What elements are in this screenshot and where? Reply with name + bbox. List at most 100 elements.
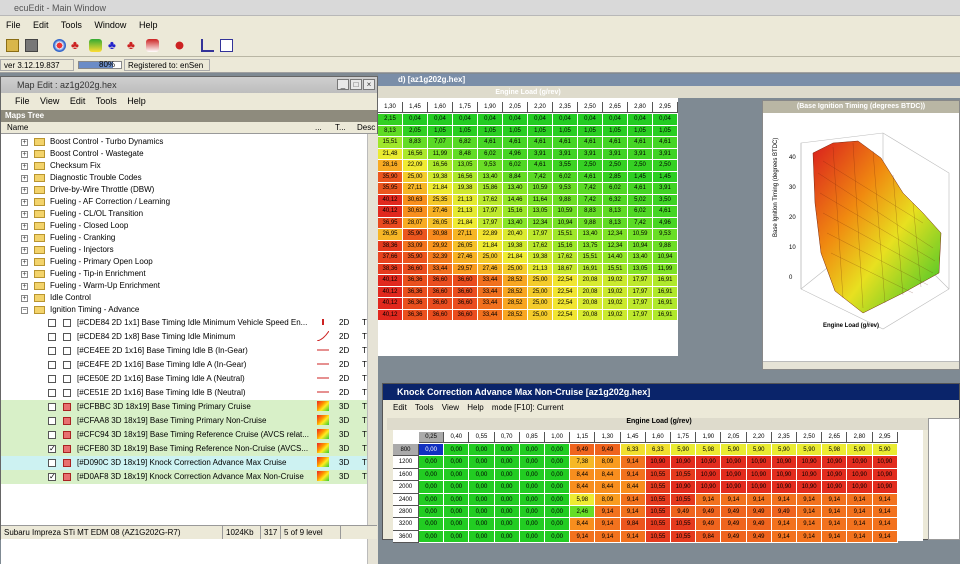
map-row[interactable]: [#CFBBC 3D 18x19] Base Timing Primary Cr…	[1, 400, 367, 414]
menu-window[interactable]: Window	[94, 20, 126, 30]
knock-cell[interactable]: 0,00	[444, 493, 470, 506]
knock-cell[interactable]: 10,90	[822, 456, 848, 469]
table-cell[interactable]: 13,05	[528, 206, 553, 218]
knock-cell[interactable]: 10,90	[771, 481, 797, 494]
table-cell[interactable]: 4,61	[578, 171, 603, 183]
table-cell[interactable]: 25,00	[403, 171, 428, 183]
table-cell[interactable]: 3,50	[653, 194, 678, 206]
table-cell[interactable]: 21,84	[478, 240, 503, 252]
table-cell[interactable]: 4,61	[528, 137, 553, 149]
knock-cell[interactable]: 9,14	[771, 493, 797, 506]
table-cell[interactable]: 25,00	[528, 286, 553, 298]
table-cell[interactable]: 26,05	[428, 217, 453, 229]
tree-folder-row[interactable]: + Fueling - Closed Loop	[1, 220, 367, 232]
table-cell[interactable]: 8,13	[603, 206, 628, 218]
knock-cell[interactable]: 0,00	[444, 456, 470, 469]
menu-help[interactable]: Help	[139, 20, 158, 30]
table-cell[interactable]: 1,05	[528, 125, 553, 137]
table-cell[interactable]: 35,90	[403, 229, 428, 241]
knock-title-bar[interactable]: Knock Correction Advance Max Non-Cruise …	[383, 384, 959, 400]
table-cell[interactable]: 21,84	[503, 252, 528, 264]
table-cell[interactable]: 33,44	[428, 263, 453, 275]
knock-cell[interactable]: 0,00	[494, 456, 520, 469]
table-cell[interactable]: 0,04	[453, 114, 478, 126]
knock-cell[interactable]: 9,49	[570, 444, 596, 457]
table-cell[interactable]: 33,44	[478, 298, 503, 310]
collapse-icon[interactable]: −	[21, 307, 28, 314]
knock-cell[interactable]: 10,90	[797, 468, 823, 482]
knock-cell[interactable]: 8,09	[595, 456, 621, 469]
table-cell[interactable]: 19,38	[428, 171, 453, 183]
knock-cell[interactable]: 9,14	[746, 493, 772, 506]
table-cell[interactable]: 7,42	[628, 217, 653, 229]
table-cell[interactable]: 0,04	[603, 114, 628, 126]
table-cell[interactable]: 20,08	[578, 275, 603, 287]
expand-icon[interactable]: +	[21, 187, 28, 194]
tree-split-icon[interactable]: ♣	[127, 39, 140, 52]
table-cell[interactable]: 10,94	[628, 240, 653, 252]
table-cell[interactable]: 19,02	[603, 275, 628, 287]
table-cell[interactable]: 25,35	[428, 194, 453, 206]
knock-cell[interactable]: 0,00	[469, 456, 495, 469]
table-cell[interactable]: 16,91	[653, 298, 678, 310]
me-menu-edit[interactable]: Edit	[70, 96, 86, 106]
tree-folder-row[interactable]: + Fueling - Cranking	[1, 232, 367, 244]
table-cell[interactable]: 36,60	[428, 275, 453, 287]
knock-cell[interactable]: 8,09	[595, 493, 621, 506]
tree-folder-row[interactable]: + Fueling - Warm-Up Enrichment	[1, 280, 367, 292]
knock-cell[interactable]: 0,00	[519, 456, 545, 469]
expand-icon[interactable]: +	[21, 223, 28, 230]
me-menu-view[interactable]: View	[40, 96, 59, 106]
table-cell[interactable]: 22,54	[553, 298, 578, 310]
col-type[interactable]: T...	[335, 122, 346, 134]
table-cell[interactable]: 36,95	[378, 217, 403, 229]
knock-cell[interactable]: 9,14	[847, 518, 873, 531]
knock-cell[interactable]: 8,44	[570, 468, 596, 482]
knock-cell[interactable]: 0,00	[519, 493, 545, 506]
table-cell[interactable]: 22,54	[553, 309, 578, 321]
table-cell[interactable]: 22,54	[553, 275, 578, 287]
knock-cell[interactable]: 9,14	[620, 456, 646, 469]
table-cell[interactable]: 19,02	[603, 286, 628, 298]
knock-cell[interactable]: 0,00	[545, 530, 571, 544]
knock-cell[interactable]: 0,00	[444, 506, 470, 519]
table-cell[interactable]: 0,04	[553, 114, 578, 126]
table-cell[interactable]: 2,05	[403, 125, 428, 137]
table-cell[interactable]: 2,50	[628, 160, 653, 172]
table-cell[interactable]: 9,53	[653, 229, 678, 241]
knock-cell[interactable]: 0,00	[469, 530, 495, 544]
table-cell[interactable]: 1,05	[653, 125, 678, 137]
knock-cell[interactable]: 5,90	[721, 444, 747, 457]
table-cell[interactable]: 6,82	[453, 137, 478, 149]
tree-folder-row[interactable]: + Idle Control	[1, 292, 367, 304]
table-cell[interactable]: 17,62	[553, 252, 578, 264]
knock-cell[interactable]: 0,00	[494, 506, 520, 519]
map-checkbox[interactable]	[48, 347, 56, 355]
knock-cell[interactable]: 0,00	[494, 518, 520, 531]
knock-cell[interactable]: 10,55	[671, 468, 697, 482]
maximize-button[interactable]: □	[350, 79, 362, 90]
knock-cell[interactable]: 9,14	[847, 506, 873, 519]
table-cell[interactable]: 0,04	[403, 114, 428, 126]
table-cell[interactable]: 2,50	[603, 160, 628, 172]
knock-cell[interactable]: 9,49	[721, 530, 747, 544]
table-cell[interactable]: 28,52	[503, 286, 528, 298]
table-cell[interactable]: 2,15	[378, 114, 403, 126]
knock-cell[interactable]: 9,49	[696, 506, 722, 519]
knock-cell[interactable]: 9,14	[872, 506, 898, 519]
minimize-button[interactable]: _	[337, 79, 349, 90]
knock-cell[interactable]: 0,00	[545, 444, 571, 457]
map-checkbox[interactable]	[48, 403, 56, 411]
table-cell[interactable]: 13,40	[578, 229, 603, 241]
map-checkbox[interactable]	[48, 417, 56, 425]
knock-cell[interactable]: 9,14	[872, 493, 898, 506]
table-cell[interactable]: 10,59	[628, 229, 653, 241]
table-cell[interactable]: 16,91	[653, 275, 678, 287]
table-cell[interactable]: 7,42	[578, 194, 603, 206]
knock-cell[interactable]: 9,14	[797, 530, 823, 544]
knock-cell[interactable]: 0,00	[419, 481, 445, 494]
knock-cell[interactable]: 10,90	[746, 481, 772, 494]
table-cell[interactable]: 40,12	[378, 286, 403, 298]
table-cell[interactable]: 11,99	[428, 148, 453, 160]
table-cell[interactable]: 4,61	[653, 137, 678, 149]
